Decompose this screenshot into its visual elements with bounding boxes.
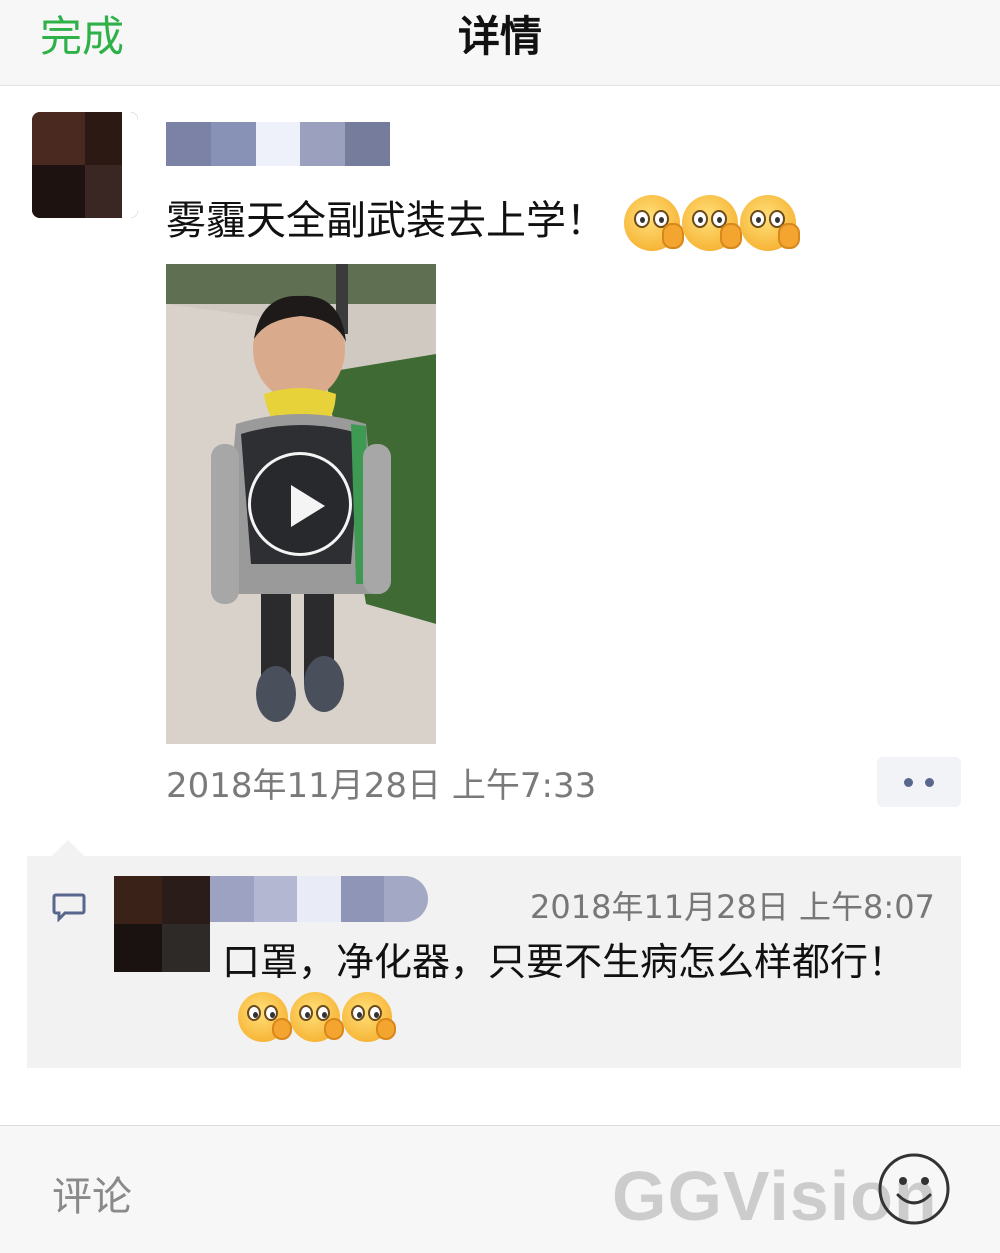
comment-icon — [52, 893, 86, 922]
bottom-input-bar: 评论 GGVision — [0, 1125, 1000, 1253]
comment-input[interactable]: 评论 — [52, 1164, 132, 1222]
facepalm-emoji-icon — [238, 991, 292, 1042]
post-author-name[interactable] — [166, 122, 390, 166]
comment-timestamp: 2018年11月28日 上午8:07 — [530, 888, 935, 926]
video-thumbnail[interactable] — [166, 264, 436, 744]
post-timestamp: 2018年11月28日 上午7:33 — [166, 766, 597, 806]
facepalm-emoji-icon — [740, 195, 800, 251]
dot-icon — [925, 778, 934, 787]
more-actions-button[interactable] — [877, 757, 961, 807]
nav-bar: 完成 详情 — [0, 0, 1000, 86]
comment-text: 口罩，净化器，只要不生病怎么样都行！ — [222, 936, 942, 1042]
post-author-avatar[interactable] — [32, 112, 138, 218]
emoji-picker-icon[interactable] — [876, 1151, 952, 1227]
commenter-name[interactable] — [210, 876, 428, 922]
dot-icon — [904, 778, 913, 787]
comment-pointer — [52, 840, 84, 856]
emoji-group — [236, 991, 396, 1042]
facepalm-emoji-icon — [682, 195, 742, 251]
facepalm-emoji-icon — [624, 195, 684, 251]
play-button[interactable] — [248, 452, 352, 556]
facepalm-emoji-icon — [342, 991, 396, 1042]
post-text: 雾霾天全副武装去上学！ — [166, 188, 800, 251]
comment-text-content: 口罩，净化器，只要不生病怎么样都行！ — [222, 940, 907, 984]
facepalm-emoji-icon — [290, 991, 344, 1042]
commenter-avatar[interactable] — [114, 876, 210, 972]
post-text-content: 雾霾天全副武装去上学！ — [166, 198, 606, 244]
emoji-group — [622, 195, 800, 251]
page-title: 详情 — [457, 12, 542, 61]
